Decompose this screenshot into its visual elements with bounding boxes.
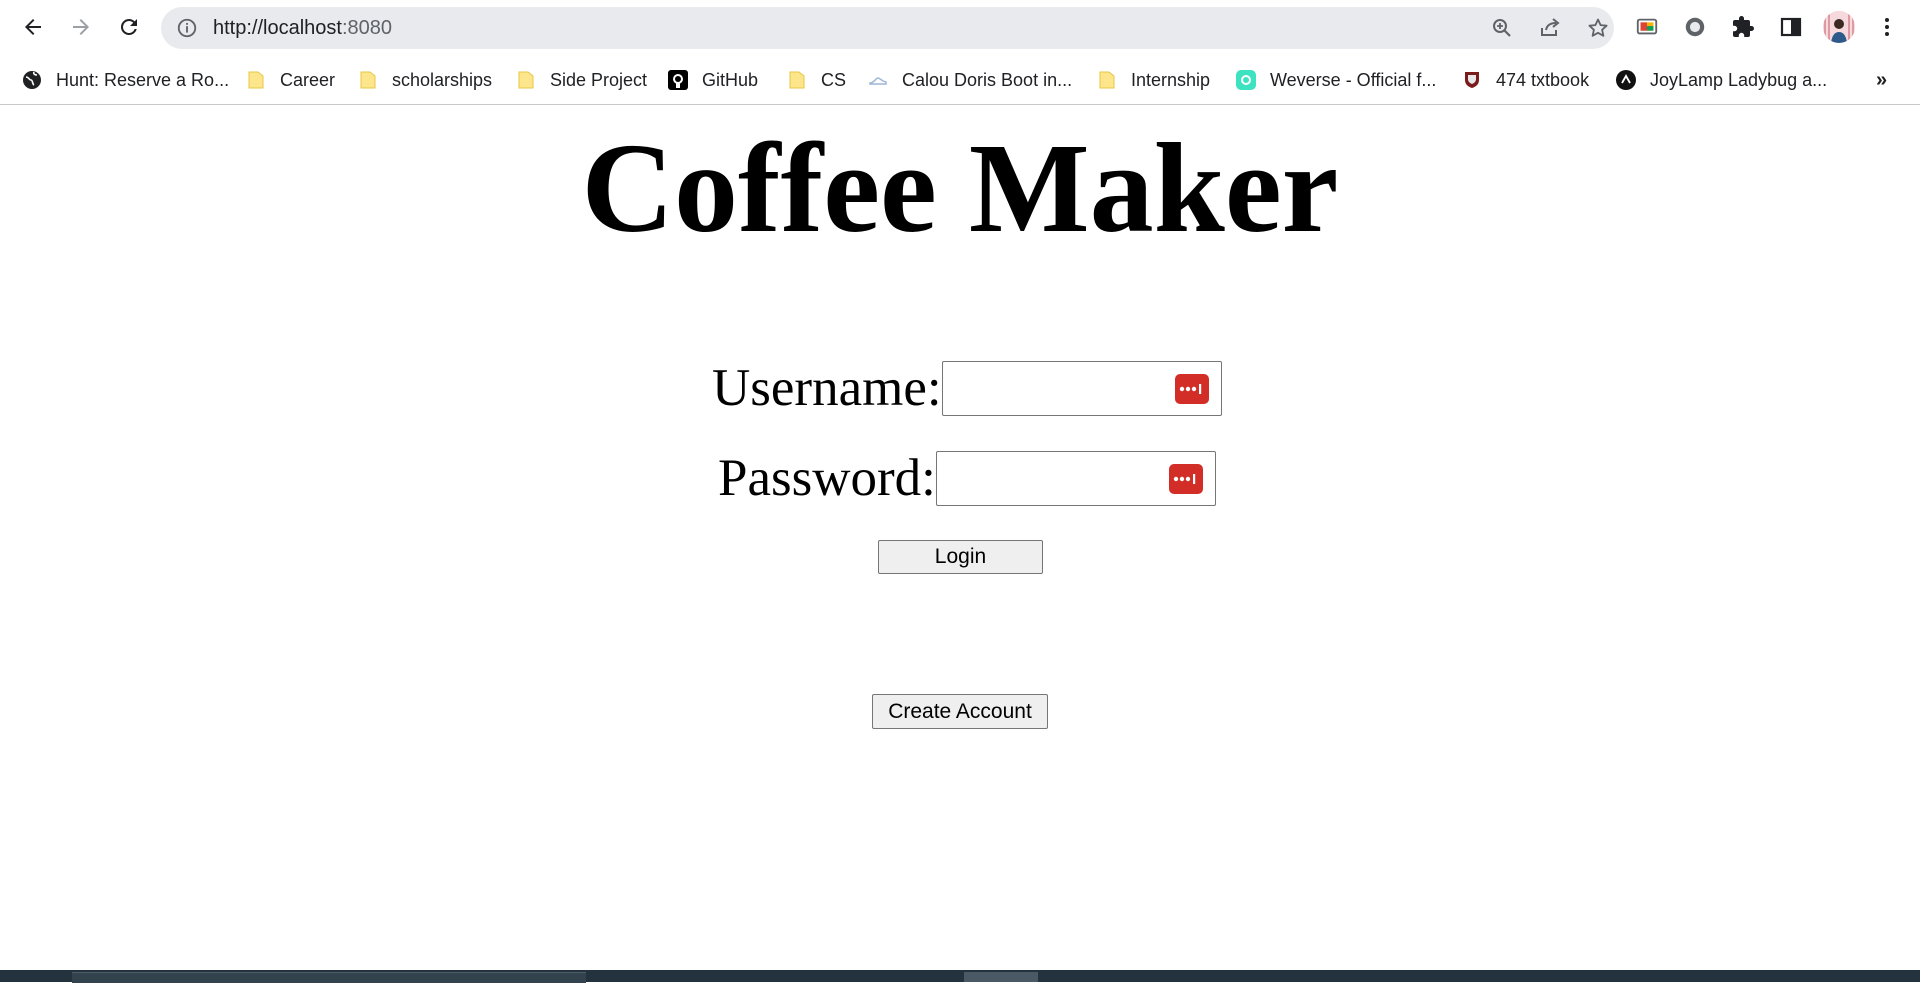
joylamp-icon xyxy=(1616,70,1636,90)
bookmark-hunt[interactable]: Hunt: Reserve a Ro... xyxy=(22,64,229,96)
taskbar-item[interactable] xyxy=(72,972,586,983)
back-button[interactable] xyxy=(16,10,50,44)
bookmark-cs[interactable]: CS xyxy=(787,64,846,96)
url-text[interactable]: http://localhost:8080 xyxy=(213,17,392,39)
bookmark-github[interactable]: GitHub xyxy=(668,64,758,96)
bookmark-side-project[interactable]: Side Project xyxy=(516,64,647,96)
side-panel-button[interactable] xyxy=(1778,14,1804,40)
bookmark-internship[interactable]: Internship xyxy=(1097,64,1210,96)
bookmark-label: GitHub xyxy=(702,69,759,90)
globe-icon xyxy=(22,70,42,90)
chrome-menu-button[interactable] xyxy=(1874,14,1900,40)
crest-icon xyxy=(1462,70,1482,90)
bookmark-label: JoyLamp Ladybug a... xyxy=(1650,69,1828,90)
forward-icon xyxy=(73,19,89,35)
folder-icon xyxy=(516,70,536,90)
share-icon[interactable] xyxy=(1538,16,1562,40)
lastpass-icon[interactable] xyxy=(1174,373,1209,404)
taskbar-item[interactable] xyxy=(964,972,1038,982)
bookmark-474-txtbook[interactable]: 474 txtbook xyxy=(1462,64,1589,96)
bookmark-label: Side Project xyxy=(550,69,648,90)
username-row: Username: xyxy=(712,360,1222,416)
bookmark-label: Weverse - Official f... xyxy=(1270,69,1437,90)
extension-circle-button[interactable] xyxy=(1682,14,1708,40)
bookmarks-overflow-button[interactable]: » xyxy=(1876,70,1887,90)
bookmark-label: Career xyxy=(280,69,336,90)
bookmark-label: CS xyxy=(821,69,847,90)
forward-button[interactable] xyxy=(64,10,98,44)
bookmark-scholarships[interactable]: scholarships xyxy=(358,64,492,96)
bookmark-label: scholarships xyxy=(392,69,493,90)
bookmark-calou-doris[interactable]: Calou Doris Boot in... xyxy=(868,64,1072,96)
bookmarks-bar: Hunt: Reserve a Ro... Career scholarship… xyxy=(0,56,1920,105)
sidepanel-icon xyxy=(1780,17,1802,37)
folder-icon xyxy=(246,70,266,90)
folder-icon xyxy=(787,70,807,90)
bookmark-weverse[interactable]: Weverse - Official f... xyxy=(1236,64,1436,96)
star-icon[interactable] xyxy=(1586,16,1610,40)
reload-button[interactable] xyxy=(112,10,146,44)
kebab-menu-icon xyxy=(1885,18,1889,36)
username-field-wrapper xyxy=(941,360,1222,416)
bookmark-label: 474 txtbook xyxy=(1496,69,1590,90)
info-icon[interactable] xyxy=(176,17,198,39)
github-icon xyxy=(668,70,688,90)
cast-button[interactable] xyxy=(1634,14,1660,40)
login-button[interactable]: Login xyxy=(878,540,1043,574)
bookmark-label: Calou Doris Boot in... xyxy=(902,69,1073,90)
extension-circle-icon xyxy=(1685,17,1705,37)
password-field-wrapper xyxy=(935,450,1216,506)
zoom-icon[interactable] xyxy=(1490,16,1514,40)
bookmark-career[interactable]: Career xyxy=(246,64,335,96)
bookmark-label: Internship xyxy=(1131,69,1211,90)
cast-icon xyxy=(1636,18,1658,35)
lastpass-icon[interactable] xyxy=(1168,463,1203,494)
extensions-button[interactable] xyxy=(1730,14,1756,40)
folder-icon xyxy=(1097,70,1117,90)
username-label: Username: xyxy=(712,359,942,417)
bookmark-label: Hunt: Reserve a Ro... xyxy=(56,69,230,90)
bookmark-joylamp[interactable]: JoyLamp Ladybug a... xyxy=(1616,64,1827,96)
reload-icon xyxy=(120,18,137,35)
create-account-button[interactable]: Create Account xyxy=(872,694,1048,729)
back-icon xyxy=(25,19,41,35)
shoe-icon xyxy=(868,70,888,90)
address-bar[interactable]: http://localhost:8080 xyxy=(161,7,1614,49)
password-label: Password: xyxy=(718,449,936,507)
url-host: http://localhost xyxy=(213,17,342,39)
profile-avatar[interactable] xyxy=(1823,11,1855,43)
puzzle-icon xyxy=(1733,16,1754,37)
folder-icon xyxy=(358,70,378,90)
weverse-icon xyxy=(1236,70,1256,90)
avatar-icon xyxy=(1823,11,1855,43)
url-port: :8080 xyxy=(341,17,393,39)
browser-toolbar: http://localhost:8080 xyxy=(0,0,1920,56)
page-title: Coffee Maker xyxy=(581,117,1339,259)
password-row: Password: xyxy=(718,450,1216,506)
